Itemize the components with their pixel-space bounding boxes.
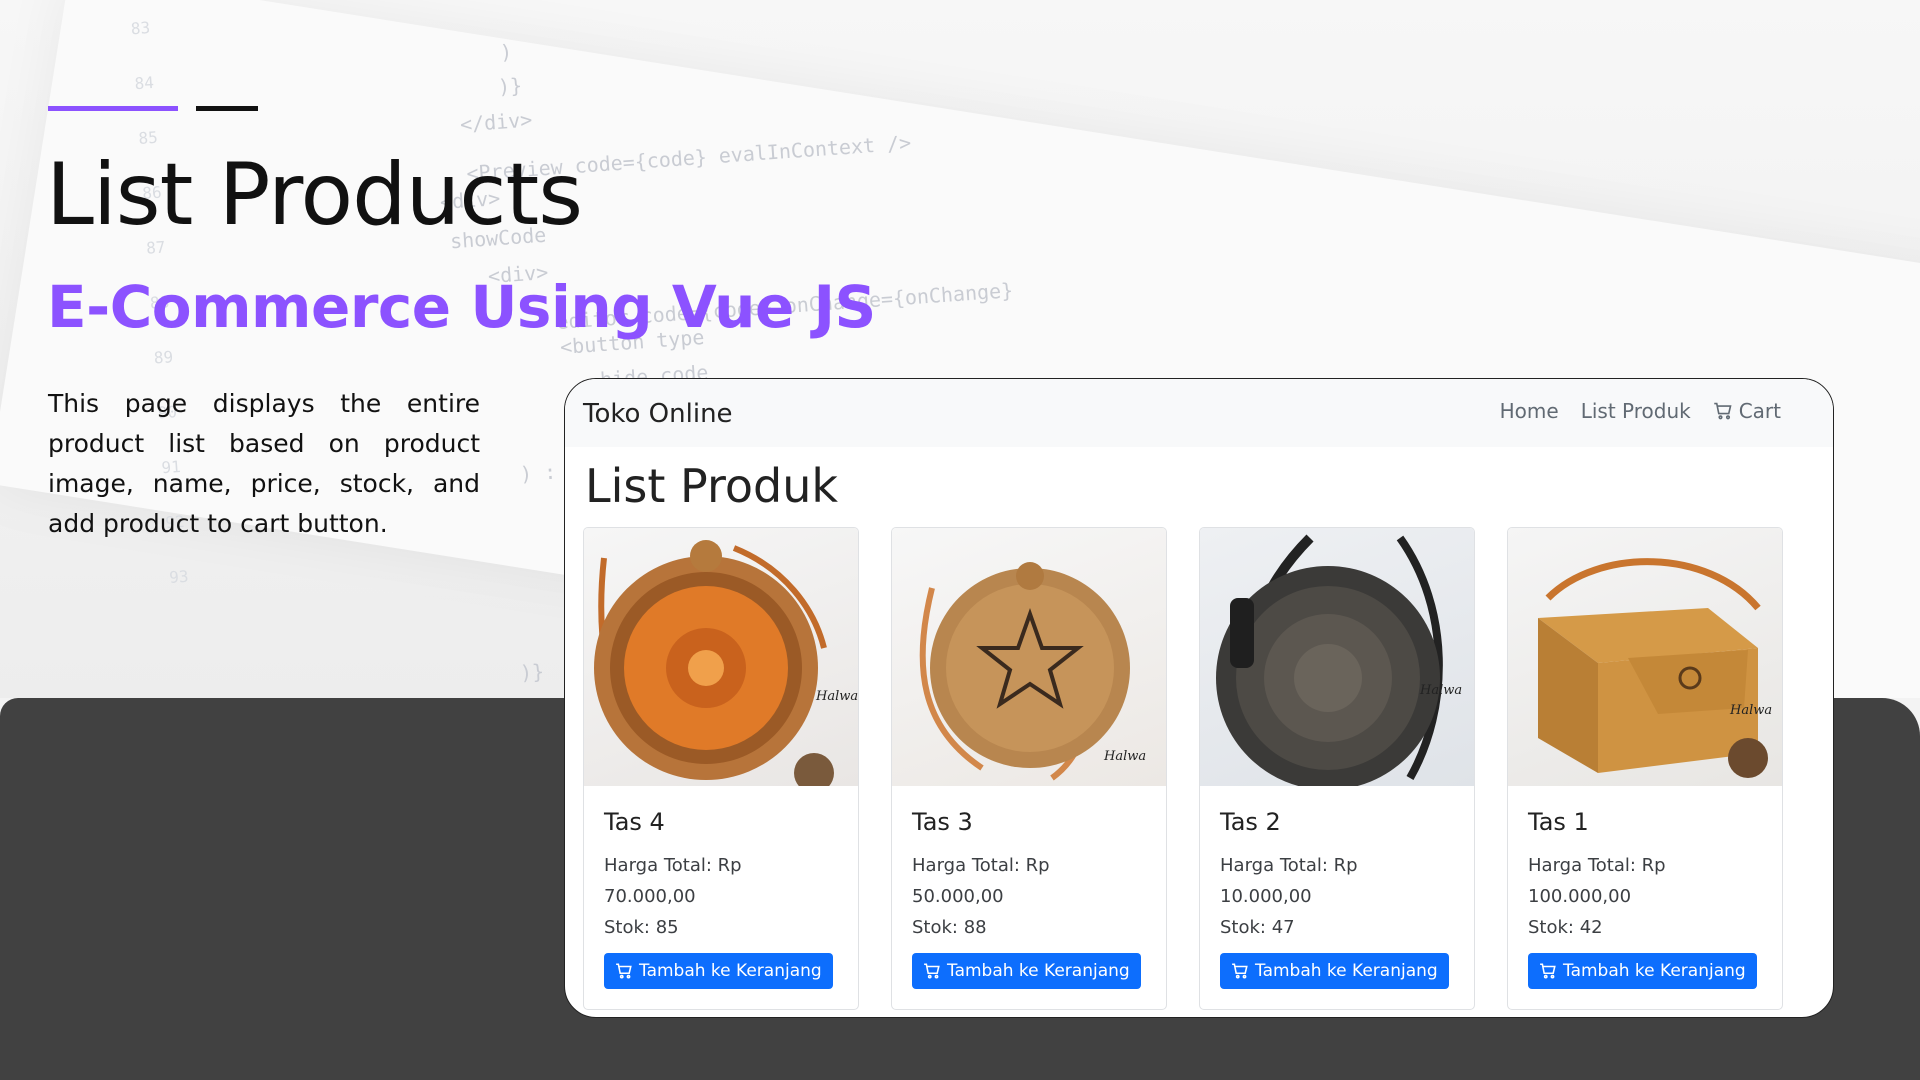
add-to-cart-button[interactable]: Tambah ke Keranjang: [912, 953, 1141, 989]
navbar-brand[interactable]: Toko Online: [583, 399, 733, 429]
nav-links: Home List Produk Cart: [1500, 399, 1781, 423]
add-to-cart-label: Tambah ke Keranjang: [1255, 961, 1438, 981]
background-code-1: ): [499, 39, 513, 65]
cart-icon: [924, 963, 940, 979]
navbar: Toko Online Home List Produk Cart: [565, 379, 1833, 447]
nav-link-home-label: Home: [1499, 399, 1559, 423]
product-list: Halwa Tas 4 Harga Total: Rp 70.000,00 St…: [583, 527, 1783, 1010]
product-price: Harga Total: Rp 70.000,00: [604, 855, 742, 907]
product-card: Halwa Tas 1 Harga Total: Rp 100.000,00 S…: [1507, 527, 1783, 1010]
product-name: Tas 2: [1220, 808, 1281, 836]
product-image: Halwa: [584, 528, 858, 786]
add-to-cart-button[interactable]: Tambah ke Keranjang: [1220, 953, 1449, 989]
product-stock: Stok: 42: [1528, 917, 1603, 938]
background-code-2: )}: [497, 73, 523, 99]
card-body: Tas 4 Harga Total: Rp 70.000,00 Stok: 85…: [584, 786, 858, 1009]
cart-icon: [1232, 963, 1248, 979]
svg-text:Halwa: Halwa: [1419, 683, 1462, 698]
add-to-cart-button[interactable]: Tambah ke Keranjang: [1528, 953, 1757, 989]
nav-link-cart[interactable]: Cart: [1713, 399, 1781, 423]
cart-icon: [616, 963, 632, 979]
page-heading: List Produk: [585, 459, 838, 513]
cart-icon: [1540, 963, 1556, 979]
svg-text:Halwa: Halwa: [815, 689, 858, 704]
product-stock: Stok: 85: [604, 917, 679, 938]
slide-title: List Products: [46, 145, 583, 245]
product-name: Tas 4: [604, 808, 665, 836]
nav-link-list-produk[interactable]: List Produk: [1581, 399, 1691, 423]
product-stock: Stok: 88: [912, 917, 987, 938]
cart-icon: [1713, 402, 1732, 420]
product-card: Halwa Tas 4 Harga Total: Rp 70.000,00 St…: [583, 527, 859, 1010]
add-to-cart-button[interactable]: Tambah ke Keranjang: [604, 953, 833, 989]
product-card: Halwa Tas 3 Harga Total: Rp 50.000,00 St…: [891, 527, 1167, 1010]
product-card: Halwa Tas 2 Harga Total: Rp 10.000,00 St…: [1199, 527, 1475, 1010]
product-name: Tas 1: [1528, 808, 1589, 836]
product-price: Harga Total: Rp 50.000,00: [912, 855, 1050, 907]
background-code-12: )}: [519, 659, 545, 685]
card-body: Tas 2 Harga Total: Rp 10.000,00 Stok: 47…: [1200, 786, 1474, 1009]
nav-link-list-produk-label: List Produk: [1580, 399, 1691, 423]
product-name: Tas 3: [912, 808, 973, 836]
app-screenshot-window: Toko Online Home List Produk Cart List P…: [564, 378, 1834, 1018]
accent-line-purple: [48, 106, 178, 111]
svg-text:Halwa: Halwa: [1103, 749, 1146, 764]
accent-line-black: [196, 106, 258, 111]
nav-link-home[interactable]: Home: [1500, 399, 1559, 423]
svg-text:Halwa: Halwa: [1729, 703, 1772, 718]
card-body: Tas 1 Harga Total: Rp 100.000,00 Stok: 4…: [1508, 786, 1782, 1009]
add-to-cart-label: Tambah ke Keranjang: [1563, 961, 1746, 981]
product-stock: Stok: 47: [1220, 917, 1295, 938]
product-price: Harga Total: Rp 100.000,00: [1528, 855, 1666, 907]
slide-subtitle: E-Commerce Using Vue JS: [47, 273, 876, 341]
card-body: Tas 3 Harga Total: Rp 50.000,00 Stok: 88…: [892, 786, 1166, 1009]
slide-description: This page displays the entire product li…: [48, 389, 480, 538]
product-price: Harga Total: Rp 10.000,00: [1220, 855, 1358, 907]
product-image: Halwa: [892, 528, 1166, 786]
nav-link-cart-label: Cart: [1738, 399, 1781, 423]
add-to-cart-label: Tambah ke Keranjang: [947, 961, 1130, 981]
add-to-cart-label: Tambah ke Keranjang: [639, 961, 822, 981]
background-code-3: </div>: [459, 107, 533, 137]
product-image: Halwa: [1200, 528, 1474, 786]
product-image: Halwa: [1508, 528, 1782, 786]
